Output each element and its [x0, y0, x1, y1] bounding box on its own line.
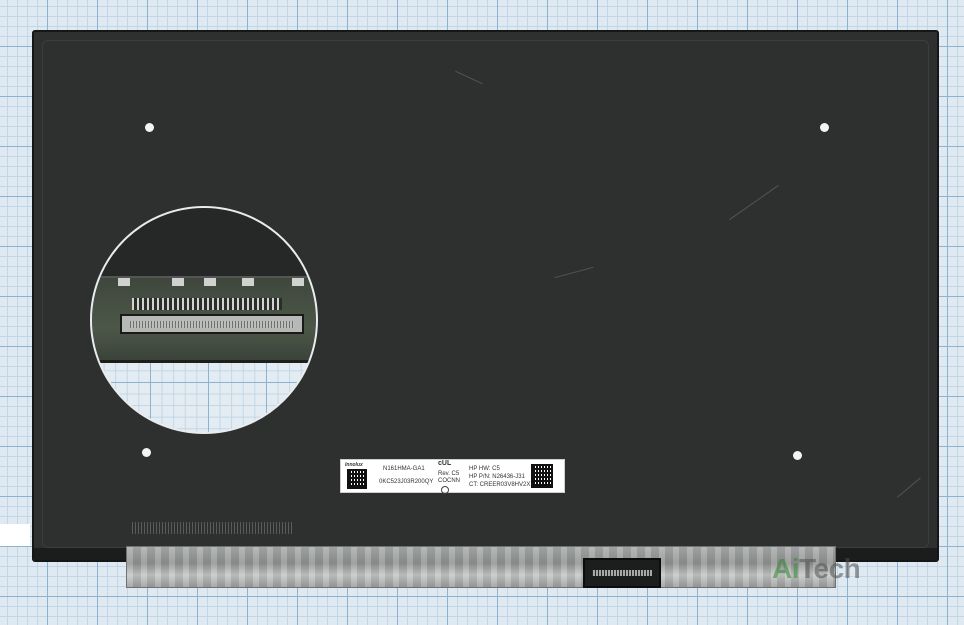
edge-strip: [132, 522, 292, 534]
ct-text: CT: CREER03V8HV2X7: [469, 482, 534, 488]
mounting-hole: [820, 123, 829, 132]
hp-pn-text: HP P/N: N26436-J31: [469, 474, 525, 480]
aitech-watermark: AiTech: [772, 553, 861, 585]
mounting-hole: [145, 123, 154, 132]
driver-board: [126, 546, 836, 588]
zoom-connector-slot: [130, 321, 294, 328]
zoom-panel-area: [92, 208, 316, 278]
mounting-hole: [793, 451, 802, 460]
rev-text: Rev. C5: [438, 471, 460, 477]
hp-hw-text: HP HW: C5: [469, 466, 500, 472]
zoom-connector: [120, 314, 304, 334]
white-tab: [0, 524, 30, 546]
zoom-tab: [204, 278, 216, 286]
product-label: Innolux N161HMA-GA1 0KC523J03R200QY cUL …: [340, 459, 565, 494]
zoom-tab: [118, 278, 130, 286]
zoom-board-edge: [92, 360, 316, 363]
serial-text: 0KC523J03R200QY: [379, 479, 434, 485]
code-text: COCNN: [438, 478, 460, 484]
zoom-tab: [242, 278, 254, 286]
watermark-suffix: Tech: [799, 553, 861, 584]
connector-zoom-inset: [90, 206, 318, 434]
watermark-prefix: Ai: [772, 553, 800, 584]
cert-mark: cUL: [438, 460, 452, 467]
edp-connector: [583, 558, 661, 588]
mounting-hole: [142, 448, 151, 457]
qr-code-right: [531, 464, 553, 488]
brand-text: Innolux: [345, 462, 363, 468]
qr-code-left: [347, 469, 367, 489]
recycle-icon: [441, 486, 449, 494]
model-text: N161HMA-GA1: [383, 466, 425, 472]
zoom-tab: [292, 278, 304, 286]
zoom-tab: [172, 278, 184, 286]
zoom-pins: [132, 298, 282, 310]
connector-slot: [592, 570, 652, 576]
